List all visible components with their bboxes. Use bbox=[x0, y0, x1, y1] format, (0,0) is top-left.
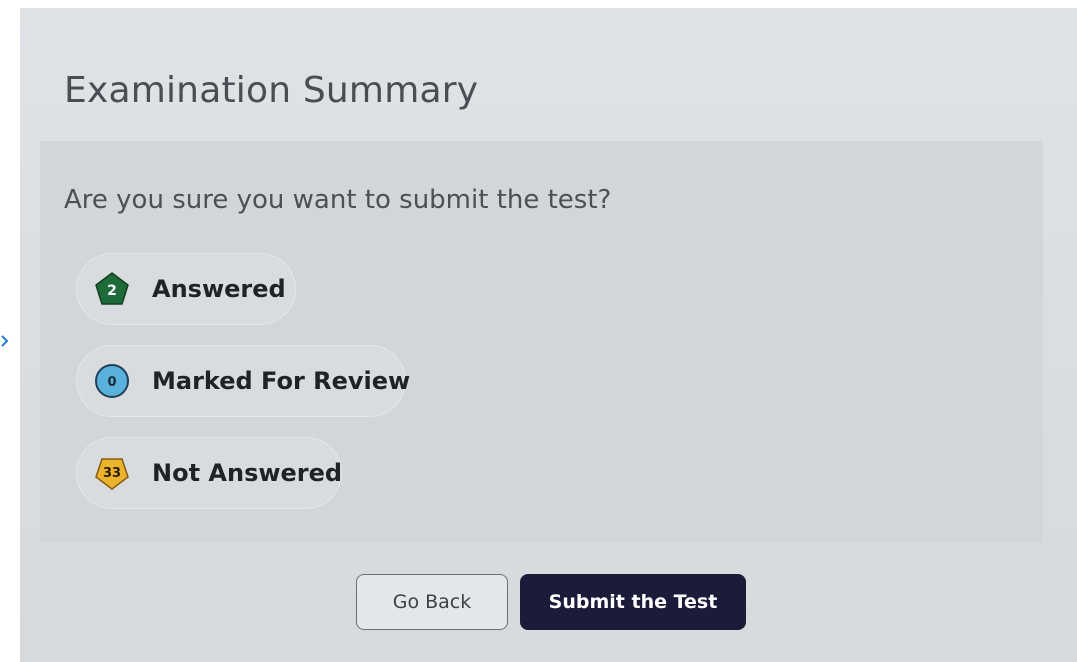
confirmation-question: Are you sure you want to submit the test… bbox=[64, 185, 612, 215]
summary-panel: Are you sure you want to submit the test… bbox=[40, 141, 1043, 543]
status-not-answered: 33 Not Answered bbox=[76, 437, 342, 509]
page-title: Examination Summary bbox=[64, 70, 479, 111]
answered-count: 2 bbox=[107, 283, 117, 299]
answered-badge-icon: 2 bbox=[95, 272, 129, 305]
review-count: 0 bbox=[107, 375, 116, 390]
summary-screen: Examination Summary Are you sure you wan… bbox=[20, 8, 1077, 662]
status-answered: 2 Answered bbox=[76, 253, 296, 325]
not-answered-count: 33 bbox=[103, 466, 121, 481]
status-marked-for-review: 0 Marked For Review bbox=[76, 345, 410, 417]
chevron-right-icon bbox=[0, 332, 10, 350]
submit-test-button[interactable]: Submit the Test bbox=[520, 574, 746, 630]
status-label: Marked For Review bbox=[152, 367, 411, 395]
status-label: Not Answered bbox=[152, 459, 343, 487]
not-answered-badge-icon: 33 bbox=[95, 458, 129, 490]
go-back-button[interactable]: Go Back bbox=[356, 574, 508, 630]
review-badge-icon: 0 bbox=[95, 364, 129, 398]
status-label: Answered bbox=[152, 275, 286, 303]
